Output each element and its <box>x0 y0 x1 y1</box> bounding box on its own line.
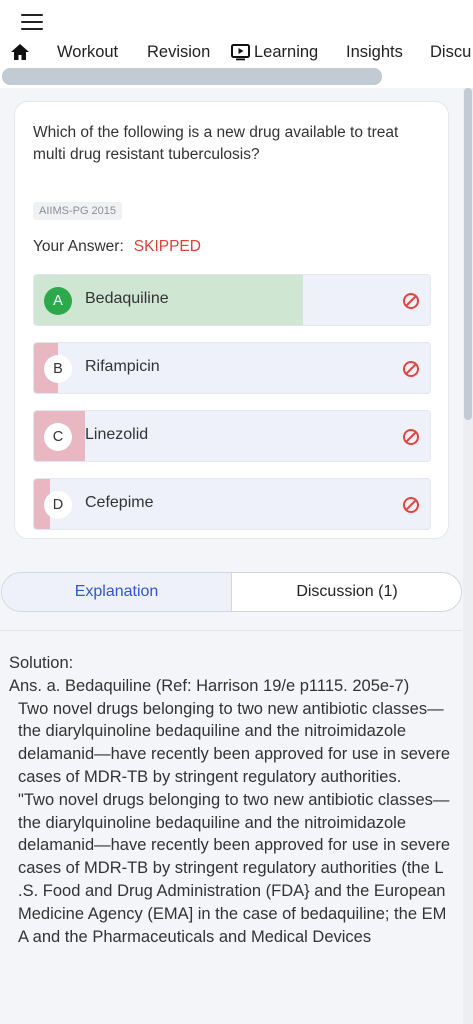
option-letter: A <box>44 287 72 315</box>
solution-answer-line: Ans. a. Bedaquiline (Ref: Harrison 19/e … <box>9 676 410 695</box>
solution-section: Solution: Ans. a. Bedaquiline (Ref: Harr… <box>9 652 459 948</box>
tab-learning[interactable]: Learning <box>254 43 318 62</box>
ban-icon <box>403 361 419 377</box>
option-b[interactable]: B Rifampicin <box>33 342 431 394</box>
horizontal-scrollbar[interactable] <box>2 68 382 85</box>
option-letter: D <box>44 491 72 519</box>
your-answer-label: Your Answer: <box>33 238 124 255</box>
tab-workout[interactable]: Workout <box>57 43 118 62</box>
your-answer: Your Answer: SKIPPED <box>33 238 201 256</box>
option-c[interactable]: C Linezolid <box>33 410 431 462</box>
ban-icon <box>403 429 419 445</box>
play-screen-icon <box>231 44 250 61</box>
home-icon[interactable] <box>10 42 30 62</box>
option-label: Cefepime <box>85 494 154 511</box>
option-label: Rifampicin <box>85 358 160 375</box>
answer-status: SKIPPED <box>133 238 201 255</box>
tab-discussion-nav[interactable]: Discu <box>430 43 471 62</box>
option-label: Bedaquiline <box>85 290 169 307</box>
solution-paragraph: "Two novel drugs belonging to two new an… <box>18 790 451 946</box>
option-letter: C <box>44 423 72 451</box>
solution-heading: Solution: <box>9 654 74 672</box>
option-letter: B <box>44 355 72 383</box>
tab-discussion[interactable]: Discussion (1) <box>232 573 461 611</box>
divider <box>0 630 462 631</box>
tab-revision[interactable]: Revision <box>147 43 210 62</box>
exam-tag: AIIMS-PG 2015 <box>33 202 123 220</box>
solution-paragraph: Two novel drugs belonging to two new ant… <box>18 699 451 786</box>
tab-insights[interactable]: Insights <box>346 43 403 62</box>
question-text: Which of the following is a new drug ava… <box>33 124 399 163</box>
question-card: Which of the following is a new drug ava… <box>14 101 449 539</box>
option-label: Linezolid <box>85 426 149 443</box>
top-nav: Workout Revision Learning Insights Discu <box>0 40 473 66</box>
content-tabs: Explanation Discussion (1) <box>1 572 462 612</box>
scrollbar-thumb[interactable] <box>464 88 472 420</box>
app-header: Workout Revision Learning Insights Discu <box>0 0 473 88</box>
vertical-scrollbar[interactable] <box>463 88 473 1024</box>
tab-explanation[interactable]: Explanation <box>2 573 232 611</box>
menu-icon[interactable] <box>21 14 43 32</box>
option-d[interactable]: D Cefepime <box>33 478 431 530</box>
ban-icon <box>403 293 419 309</box>
ban-icon <box>403 497 419 513</box>
option-a[interactable]: A Bedaquiline <box>33 274 431 326</box>
